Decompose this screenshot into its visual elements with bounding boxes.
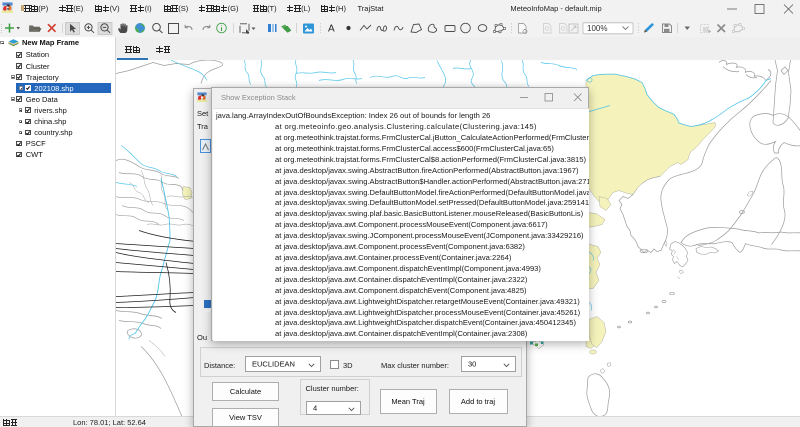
svg-text:A: A xyxy=(328,24,335,35)
svg-text:100%: 100% xyxy=(587,24,607,33)
